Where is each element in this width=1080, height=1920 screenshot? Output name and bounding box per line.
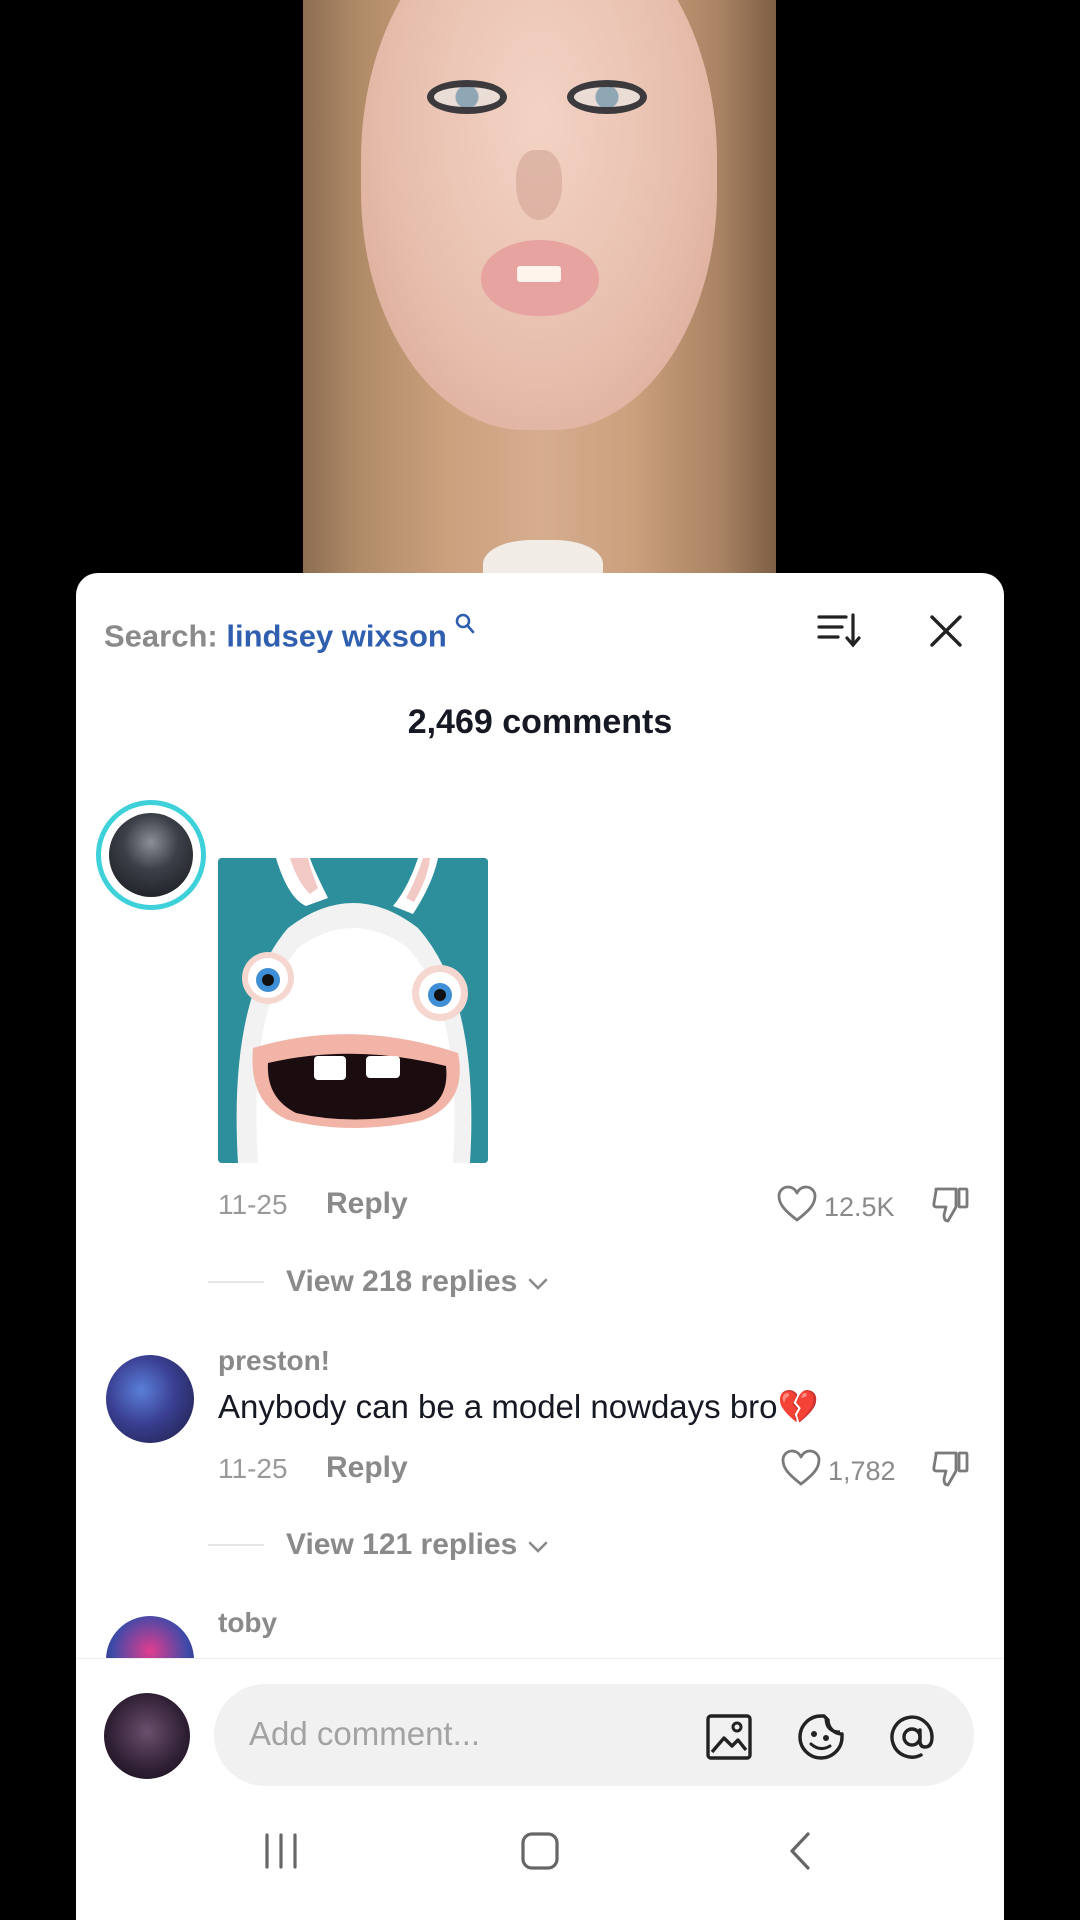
right-eye — [567, 80, 647, 114]
like-count: 1,782 — [828, 1456, 896, 1486]
sticker-icon[interactable] — [796, 1712, 846, 1762]
divider — [208, 1281, 264, 1283]
comment-text: Anybody can be a model nowdays bro💔 — [218, 1388, 819, 1425]
view-replies-label: View 121 replies — [286, 1528, 518, 1561]
comment-count: 2,469 comments — [407, 703, 673, 741]
shirt-collar — [483, 540, 603, 575]
view-replies-button[interactable]: View 218 replies — [208, 1265, 549, 1299]
back-icon[interactable] — [786, 1829, 814, 1873]
username[interactable]: toby — [218, 1607, 277, 1639]
chevron-down-icon — [527, 1528, 549, 1562]
view-replies-label: View 218 replies — [286, 1265, 518, 1298]
system-navigation-bar — [76, 1809, 1004, 1909]
search-term-link[interactable]: lindsey wixson — [226, 618, 447, 653]
left-eye — [427, 80, 507, 114]
comment-input-placeholder: Add comment... — [249, 1715, 481, 1752]
username[interactable]: preston! — [218, 1345, 330, 1377]
recent-apps-icon[interactable] — [261, 1829, 301, 1873]
comment-date: 11-25 — [218, 1189, 288, 1220]
reply-button[interactable]: Reply — [326, 1187, 408, 1221]
video-frame[interactable] — [303, 0, 776, 575]
mention-icon[interactable] — [887, 1712, 937, 1762]
sticker-image[interactable] — [218, 858, 488, 1163]
sort-icon[interactable] — [816, 611, 862, 651]
heart-icon — [776, 1185, 818, 1230]
heart-icon — [780, 1449, 822, 1494]
divider — [208, 1544, 264, 1546]
search-suggestion[interactable]: Search: lindsey wixson — [104, 613, 475, 654]
search-label: Search: — [104, 618, 218, 654]
avatar[interactable] — [96, 800, 206, 910]
like-count: 12.5K — [824, 1192, 895, 1222]
comment-input-bar: Add comment... — [76, 1658, 1004, 1920]
nose — [516, 150, 562, 220]
avatar[interactable] — [106, 1355, 194, 1443]
image-icon[interactable] — [704, 1712, 754, 1762]
comment-date: 11-25 — [218, 1453, 288, 1484]
comments-sheet: Search: lindsey wixson 2,469 comments 11… — [76, 573, 1004, 1920]
face-image — [361, 0, 717, 430]
like-button[interactable]: 1,782 — [780, 1449, 896, 1494]
reply-button[interactable]: Reply — [326, 1451, 408, 1485]
close-icon[interactable] — [928, 613, 964, 649]
teeth — [517, 266, 561, 282]
view-replies-button[interactable]: View 121 replies — [208, 1528, 549, 1562]
like-button[interactable]: 12.5K — [776, 1185, 895, 1230]
dislike-icon[interactable] — [930, 1449, 972, 1489]
dislike-icon[interactable] — [930, 1185, 972, 1225]
comment-input[interactable]: Add comment... — [214, 1684, 974, 1786]
search-icon — [449, 613, 475, 640]
chevron-down-icon — [527, 1265, 549, 1299]
home-icon[interactable] — [520, 1831, 560, 1871]
my-avatar[interactable] — [104, 1693, 190, 1779]
